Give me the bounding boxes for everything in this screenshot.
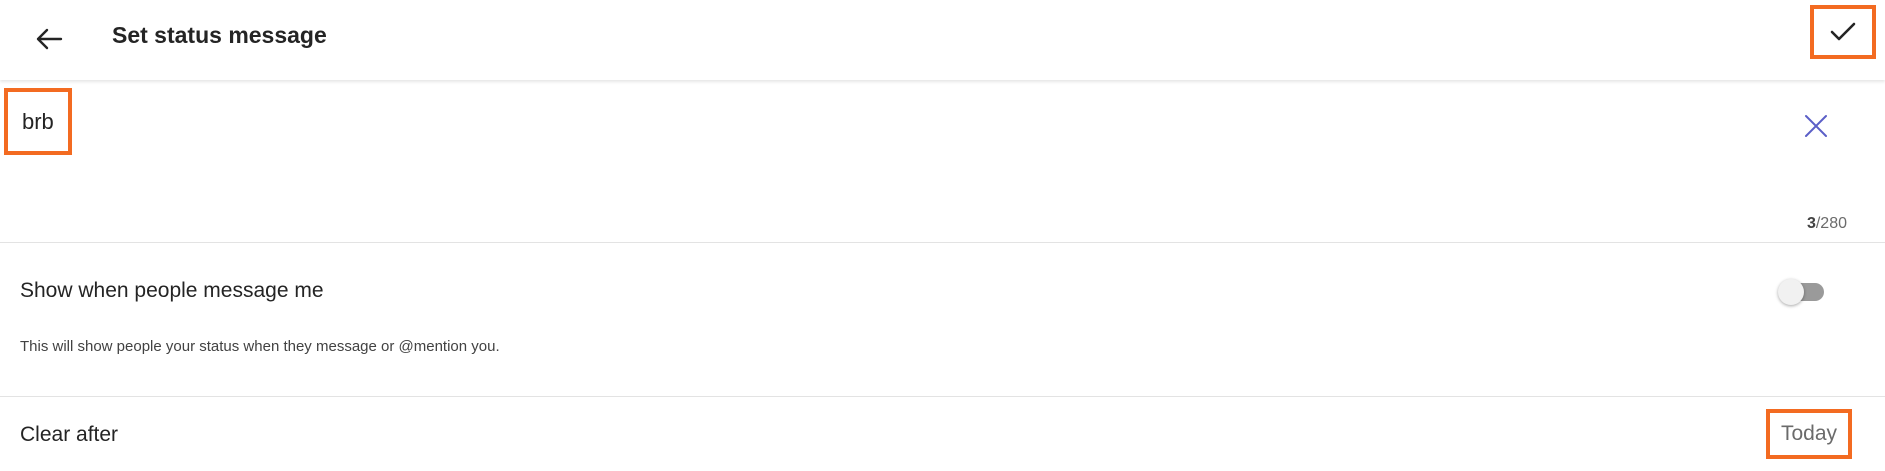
status-message-input[interactable] [4, 88, 72, 155]
clear-after-label: Clear after [20, 423, 119, 446]
divider [0, 396, 1885, 397]
clear-message-button[interactable] [1796, 106, 1836, 146]
character-count-max: /280 [1815, 215, 1847, 232]
show-when-messaged-description: This will show people your status when t… [20, 338, 500, 355]
clear-after-value: Today [1780, 422, 1838, 445]
arrow-left-icon [36, 28, 63, 50]
character-count-current: 3 [1806, 215, 1816, 232]
back-button[interactable] [28, 18, 70, 60]
page-title: Set status message [112, 22, 327, 48]
clear-after-dropdown[interactable]: Today [1766, 409, 1852, 459]
header-bar: Set status message [0, 0, 1885, 80]
close-icon [1805, 115, 1827, 137]
confirm-button[interactable] [1810, 5, 1876, 59]
show-when-messaged-toggle[interactable] [1778, 279, 1826, 305]
character-counter: 3/280 [1807, 215, 1847, 233]
status-message-area: 3/280 [0, 80, 1885, 242]
toggle-thumb [1778, 279, 1804, 305]
checkmark-icon [1830, 22, 1856, 41]
divider [0, 242, 1885, 243]
show-when-messaged-label: Show when people message me [20, 279, 324, 302]
status-message-screen: Set status message 3/280 Show when peopl… [0, 0, 1885, 471]
